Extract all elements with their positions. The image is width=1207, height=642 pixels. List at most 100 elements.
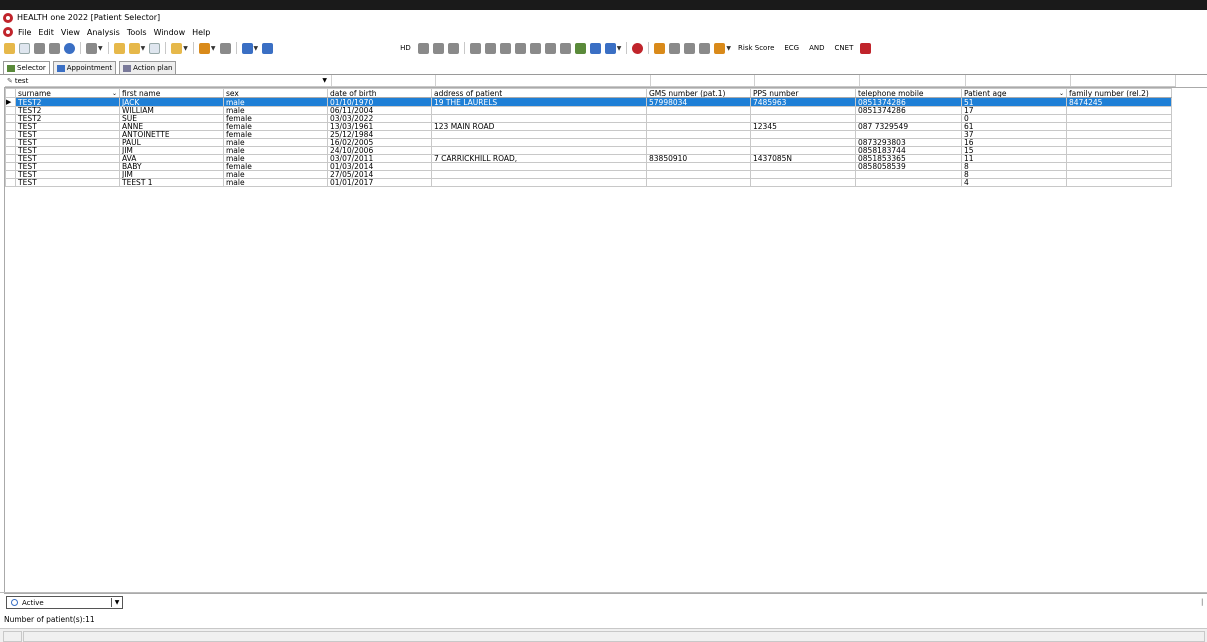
row-selector[interactable]	[5, 178, 16, 187]
cell-sex[interactable]: male	[223, 106, 328, 115]
cell-first-name[interactable]: JACK	[119, 97, 224, 107]
cell-pps-number[interactable]: 1437085N	[750, 154, 856, 163]
cell-surname[interactable]: TEST	[15, 122, 120, 131]
row-selector[interactable]	[5, 170, 16, 179]
table-row[interactable]: TEST JIM male 27/05/2014 8	[5, 170, 1172, 179]
document-icon[interactable]	[559, 42, 571, 54]
window-icon[interactable]	[529, 42, 541, 54]
menu-help[interactable]: Help	[192, 28, 210, 37]
new-document-icon[interactable]	[19, 42, 30, 54]
cell-date-of-birth[interactable]: 03/07/2011	[327, 154, 432, 163]
chevron-down-icon[interactable]: ▼	[211, 45, 216, 52]
cell-family-number[interactable]	[1066, 130, 1172, 139]
grid-icon[interactable]	[417, 42, 429, 54]
mail-icon[interactable]	[171, 42, 183, 54]
cell-pps-number[interactable]	[750, 114, 856, 123]
cell-family-number[interactable]	[1066, 178, 1172, 187]
cell-surname[interactable]: TEST	[15, 146, 120, 155]
cell-address[interactable]	[431, 114, 647, 123]
chart-icon[interactable]	[241, 42, 253, 54]
cell-pps-number[interactable]	[750, 170, 856, 179]
cell-gms-number[interactable]: 83850910	[646, 154, 751, 163]
tab-action-plan[interactable]: Action plan	[119, 61, 177, 74]
cell-first-name[interactable]: PAUL	[119, 138, 224, 147]
column-header-address[interactable]: address of patient	[431, 88, 647, 98]
cell-gms-number[interactable]	[646, 146, 751, 155]
cell-date-of-birth[interactable]: 06/11/2004	[327, 106, 432, 115]
cell-surname[interactable]: TEST	[15, 138, 120, 147]
and-button[interactable]: AND	[809, 44, 824, 52]
help-icon[interactable]	[64, 42, 75, 54]
cell-family-number[interactable]	[1066, 154, 1172, 163]
table-row[interactable]: TEST ANTOINETTE female 25/12/1984 37	[5, 130, 1172, 139]
card-icon[interactable]	[219, 42, 231, 54]
cell-sex[interactable]: male	[223, 154, 328, 163]
column-header-date-of-birth[interactable]: date of birth	[327, 88, 432, 98]
person-icon[interactable]	[714, 42, 726, 54]
chevron-down-icon[interactable]: ▼	[98, 45, 103, 52]
column-header-family-number[interactable]: family number (rel.2)	[1066, 88, 1172, 98]
column-header-telephone-mobile[interactable]: telephone mobile	[855, 88, 962, 98]
row-selector[interactable]	[5, 162, 16, 171]
cell-family-number[interactable]	[1066, 162, 1172, 171]
cell-sex[interactable]: female	[223, 162, 328, 171]
tools-icon[interactable]	[198, 42, 210, 54]
filter-cell[interactable]	[755, 75, 860, 86]
cell-surname[interactable]: TEST2	[15, 114, 120, 123]
binoculars-icon[interactable]	[860, 42, 872, 54]
percent-icon[interactable]	[514, 42, 526, 54]
hd-button[interactable]: HD	[400, 44, 411, 52]
table-row[interactable]: TEST ANNE female 13/03/1961 123 MAIN ROAD 123…	[5, 122, 1172, 131]
cell-pps-number[interactable]	[750, 130, 856, 139]
chevron-down-icon[interactable]: ▼	[726, 45, 731, 52]
cell-telephone-mobile[interactable]: 0851374286	[855, 106, 962, 115]
column-header-gms-number[interactable]: GMS number (pat.1)	[646, 88, 751, 98]
book-icon[interactable]	[699, 42, 711, 54]
cell-patient-age[interactable]: 11	[961, 154, 1067, 163]
cell-patient-age[interactable]: 61	[961, 122, 1067, 131]
open-folder-icon[interactable]	[4, 42, 15, 54]
column-header-first-name[interactable]: first name	[119, 88, 224, 98]
stop-icon[interactable]	[632, 42, 644, 54]
cell-family-number[interactable]	[1066, 170, 1172, 179]
cell-telephone-mobile[interactable]: 087 7329549	[855, 122, 962, 131]
cell-pps-number[interactable]	[750, 162, 856, 171]
cell-pps-number[interactable]: 7485963	[750, 97, 856, 107]
search-field[interactable]: ✎ test ▼	[5, 75, 332, 86]
cell-sex[interactable]: male	[223, 170, 328, 179]
status-filter-select[interactable]: Active ▼	[6, 596, 123, 609]
print-icon[interactable]	[49, 42, 60, 54]
cell-patient-age[interactable]: 37	[961, 130, 1067, 139]
cell-telephone-mobile[interactable]	[855, 114, 962, 123]
people-icon[interactable]	[669, 42, 681, 54]
form-icon[interactable]	[149, 42, 161, 54]
cell-pps-number[interactable]	[750, 178, 856, 187]
cell-surname[interactable]: TEST2	[15, 106, 120, 115]
cell-telephone-mobile[interactable]: 0858058539	[855, 162, 962, 171]
cell-telephone-mobile[interactable]: 0873293803	[855, 138, 962, 147]
cell-first-name[interactable]: JIM	[119, 170, 224, 179]
cell-date-of-birth[interactable]: 03/03/2022	[327, 114, 432, 123]
row-selector[interactable]	[5, 130, 16, 139]
cell-address[interactable]: 19 THE LAURELS	[431, 97, 647, 107]
table-row[interactable]: TEST2 SUE female 03/03/2022 0	[5, 114, 1172, 123]
column-header-sex[interactable]: sex	[223, 88, 328, 98]
cell-gms-number[interactable]: 57998034	[646, 97, 751, 107]
cell-sex[interactable]: male	[223, 138, 328, 147]
menu-file[interactable]: File	[18, 28, 31, 37]
cell-telephone-mobile[interactable]: 0851374286	[855, 97, 962, 107]
cnet-button[interactable]: CNET	[835, 44, 854, 52]
cell-address[interactable]: 7 CARRICKHILL ROAD,	[431, 154, 647, 163]
chevron-down-icon[interactable]: ▼	[254, 45, 259, 52]
cell-patient-age[interactable]: 51	[961, 97, 1067, 107]
cell-first-name[interactable]: JIM	[119, 146, 224, 155]
risk-score-button[interactable]: Risk Score	[738, 44, 774, 52]
row-selector[interactable]	[5, 146, 16, 155]
search-input[interactable]: test	[15, 77, 28, 85]
cell-pps-number[interactable]	[750, 106, 856, 115]
table-row[interactable]: TEST2 WILLIAM male 06/11/2004 0851374286 17	[5, 106, 1172, 115]
cell-address[interactable]	[431, 146, 647, 155]
cell-sex[interactable]: female	[223, 130, 328, 139]
cell-sex[interactable]: female	[223, 122, 328, 131]
table-row[interactable]: TEST TEEST 1 male 01/01/2017 4	[5, 178, 1172, 187]
